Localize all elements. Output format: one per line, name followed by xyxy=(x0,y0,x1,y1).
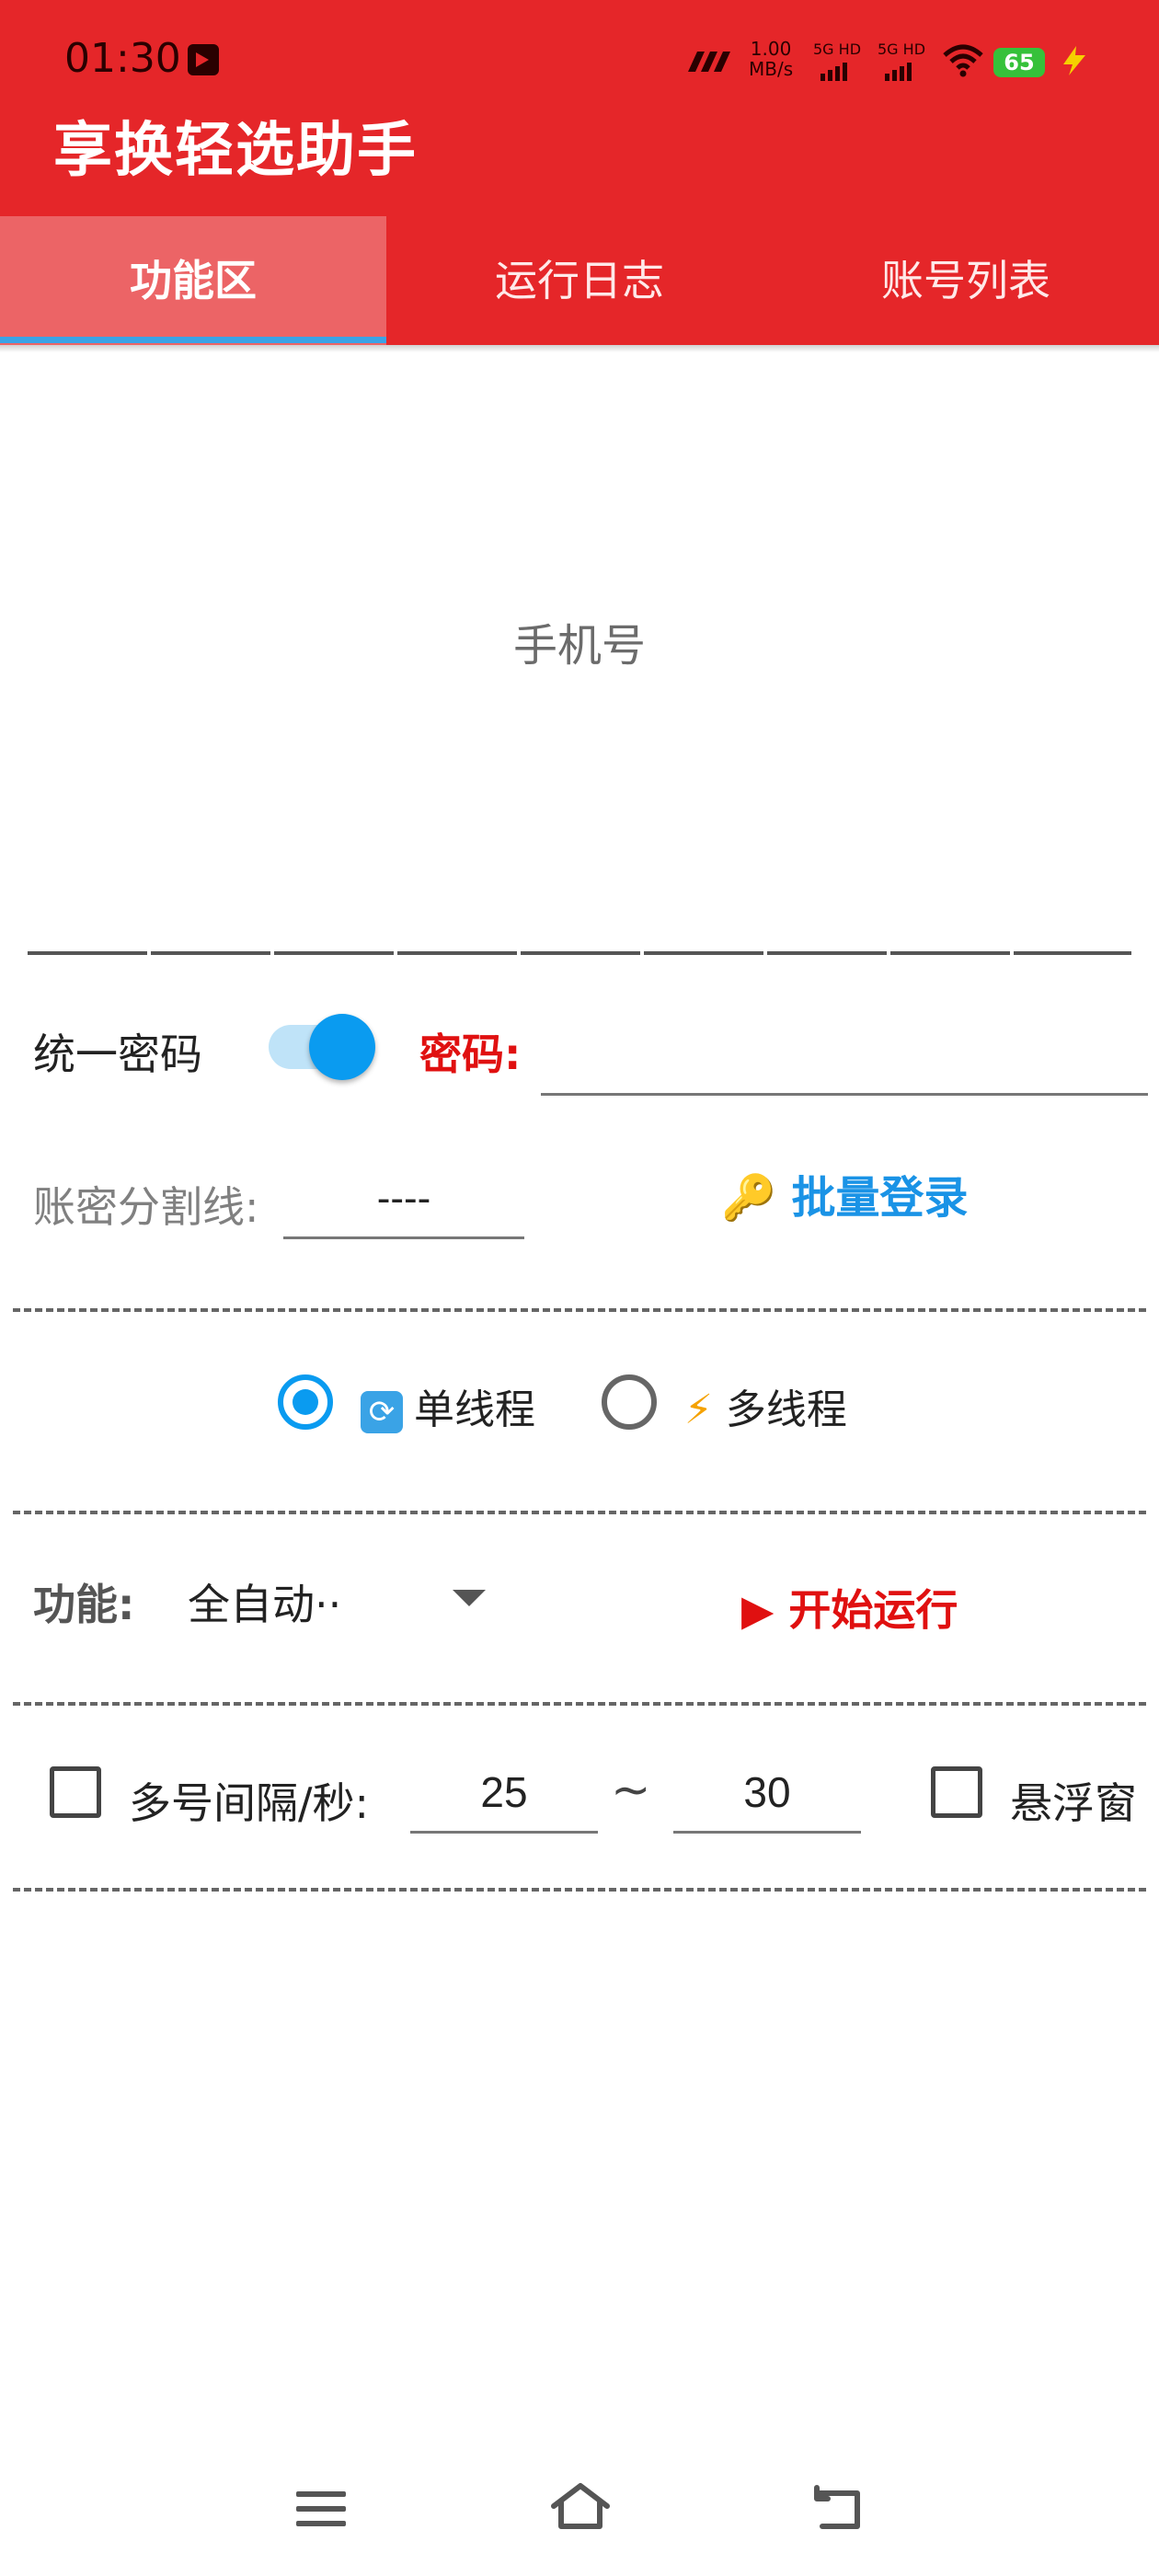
home-icon[interactable] xyxy=(548,2480,613,2536)
function-label: 功能: xyxy=(33,1580,135,1629)
unified-password-label: 统一密码 xyxy=(33,1029,202,1079)
interval-label: 多号间隔/秒: xyxy=(129,1778,369,1828)
separator-label: 账密分割线: xyxy=(33,1182,259,1232)
sim2-label: 5G HD xyxy=(878,40,926,58)
multi-thread-radio[interactable] xyxy=(602,1374,657,1430)
network-speed-icon xyxy=(681,48,736,79)
multi-thread-option[interactable]: ⚡ 多线程 xyxy=(684,1376,847,1435)
multi-thread-label: 多线程 xyxy=(725,1386,847,1433)
lightning-icon: ⚡ xyxy=(684,1386,713,1433)
interval-max-input[interactable] xyxy=(673,1754,861,1834)
network-speed-unit: MB/s xyxy=(749,58,794,80)
divider xyxy=(13,1702,1146,1706)
floating-window-label: 悬浮窗 xyxy=(1010,1778,1137,1828)
unified-password-switch-thumb[interactable] xyxy=(309,1014,375,1080)
sim2-signal-icon: 5G HD xyxy=(878,40,926,81)
password-input[interactable] xyxy=(541,1018,1148,1096)
sim1-signal-icon: 5G HD xyxy=(813,40,862,81)
message-notification-icon xyxy=(188,44,219,75)
interval-tilde: ~ xyxy=(611,1763,651,1818)
app-title: 享换轻选助手 xyxy=(53,117,418,185)
tab-bar-shadow xyxy=(0,345,1159,352)
floating-window-checkbox[interactable] xyxy=(931,1766,982,1818)
refresh-icon: ⟳ xyxy=(361,1391,403,1433)
chevron-down-icon[interactable] xyxy=(453,1590,486,1606)
charging-icon xyxy=(1058,44,1091,81)
batch-login-button[interactable]: 🔑 批量登录 xyxy=(721,1161,968,1225)
tab-account-list[interactable]: 账号列表 xyxy=(773,216,1159,345)
interval-min-input[interactable] xyxy=(410,1754,598,1834)
divider xyxy=(13,1308,1146,1312)
status-time: 01:30 xyxy=(64,35,181,82)
tab-run-log[interactable]: 运行日志 xyxy=(386,216,773,345)
divider xyxy=(13,1888,1146,1892)
wifi-icon xyxy=(942,44,984,81)
interval-checkbox[interactable] xyxy=(50,1766,101,1818)
single-thread-option[interactable]: ⟳ 单线程 xyxy=(361,1376,535,1435)
divider xyxy=(13,1511,1146,1514)
phone-input-placeholder: 手机号 xyxy=(512,620,646,672)
network-speed: 1.00 MB/s xyxy=(749,39,793,79)
battery-icon: 65 xyxy=(993,48,1045,77)
separator-input[interactable] xyxy=(283,1161,524,1239)
start-run-button[interactable]: ▶ 开始运行 xyxy=(741,1577,958,1638)
single-thread-label: 单线程 xyxy=(414,1386,535,1433)
back-icon[interactable] xyxy=(809,2480,865,2536)
menu-icon[interactable] xyxy=(296,2491,346,2536)
active-tab-indicator xyxy=(0,337,386,343)
single-thread-radio[interactable] xyxy=(278,1374,333,1430)
password-label: 密码: xyxy=(419,1029,522,1079)
network-speed-value: 1.00 xyxy=(750,38,792,60)
sim1-label: 5G HD xyxy=(813,40,862,58)
tab-function-area[interactable]: 功能区 xyxy=(0,216,386,345)
phone-input-underline xyxy=(28,942,1131,960)
function-dropdown-value[interactable]: 全自动·· xyxy=(188,1571,341,1632)
